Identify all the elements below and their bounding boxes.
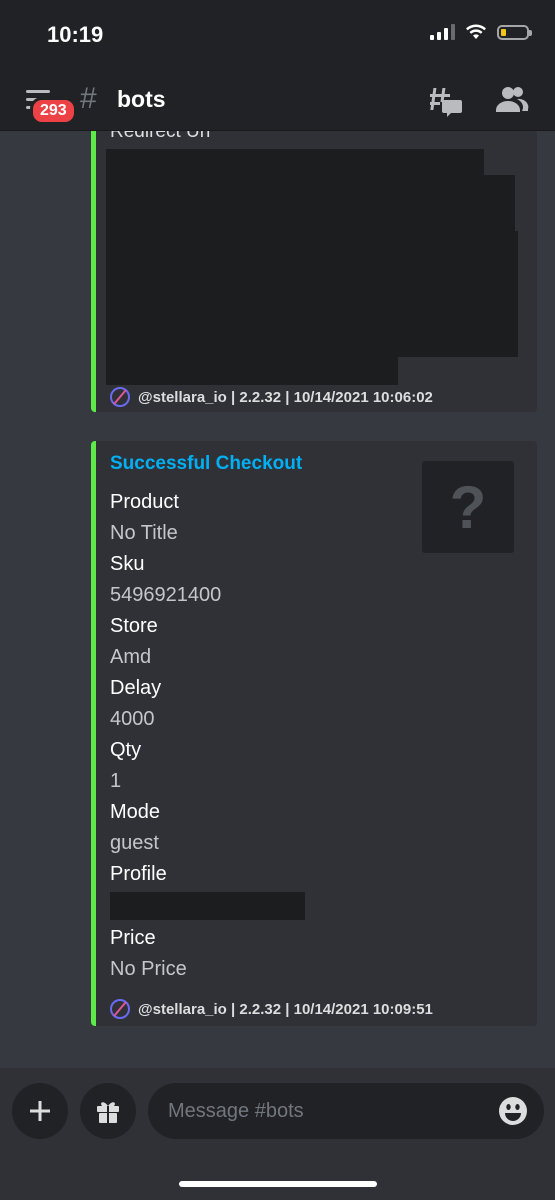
field-name: Price (110, 927, 156, 949)
status-bar: 10:19 (0, 0, 555, 70)
embed-title[interactable]: Successful Checkout (110, 453, 302, 475)
home-indicator (179, 1181, 377, 1187)
redacted-block (106, 175, 515, 235)
field-name: Delay (110, 677, 162, 699)
field-value: Amd (110, 646, 152, 668)
field-name: Qty (110, 739, 142, 761)
gift-icon (97, 1102, 119, 1123)
field-value: No Title (110, 522, 178, 544)
stellara-logo-icon (110, 999, 130, 1019)
channel-header: 293 # bots (0, 70, 555, 131)
field-name: Mode (110, 801, 161, 823)
emoji-icon[interactable] (498, 1096, 528, 1126)
field-value: No Price (110, 958, 187, 980)
wifi-icon (466, 24, 486, 39)
cellular-signal-icon (430, 24, 455, 40)
embed-footer: @stellara_io | 2.2.32 | 10/14/2021 10:09… (110, 999, 433, 1019)
thumbnail-placeholder[interactable]: ? (422, 461, 514, 553)
field-value: 4000 (110, 708, 155, 730)
bot-embed-1: Redirect Url @stellara_io | 2.2.32 | 10/… (91, 131, 537, 412)
plus-icon (30, 1101, 50, 1121)
redacted-block (106, 355, 398, 385)
members-icon[interactable] (495, 84, 529, 114)
footer-text: @stellara_io | 2.2.32 | 10/14/2021 10:09… (138, 1000, 433, 1018)
status-time: 10:19 (47, 22, 104, 47)
message-list[interactable]: Redirect Url @stellara_io | 2.2.32 | 10/… (0, 131, 555, 1068)
field-name: Product (110, 491, 179, 513)
channel-name: bots (117, 86, 166, 112)
redacted-block (110, 892, 305, 920)
field-name: Profile (110, 863, 167, 885)
embed-fields: Product No Title Sku 5496921400 Store Am… (110, 487, 305, 985)
field-value: guest (110, 832, 159, 854)
message-input[interactable] (148, 1083, 544, 1139)
unread-badge: 293 (30, 97, 77, 125)
battery-icon (497, 24, 532, 40)
threads-icon[interactable] (428, 84, 464, 118)
bot-embed-2: Successful Checkout ? Product No Title S… (91, 441, 537, 1026)
channel-hash-icon: # (80, 82, 97, 115)
footer-text: @stellara_io | 2.2.32 | 10/14/2021 10:06… (138, 388, 433, 406)
embed-footer: @stellara_io | 2.2.32 | 10/14/2021 10:06… (110, 387, 433, 407)
redacted-block (106, 231, 518, 357)
field-value: 1 (110, 770, 122, 792)
field-value: 5496921400 (110, 584, 222, 606)
field-name: Redirect Url (110, 131, 211, 142)
stellara-logo-icon (110, 387, 130, 407)
gift-button[interactable] (80, 1083, 136, 1139)
field-name: Store (110, 615, 158, 637)
add-attachment-button[interactable] (12, 1083, 68, 1139)
field-name: Sku (110, 553, 145, 575)
status-icons (430, 24, 532, 40)
